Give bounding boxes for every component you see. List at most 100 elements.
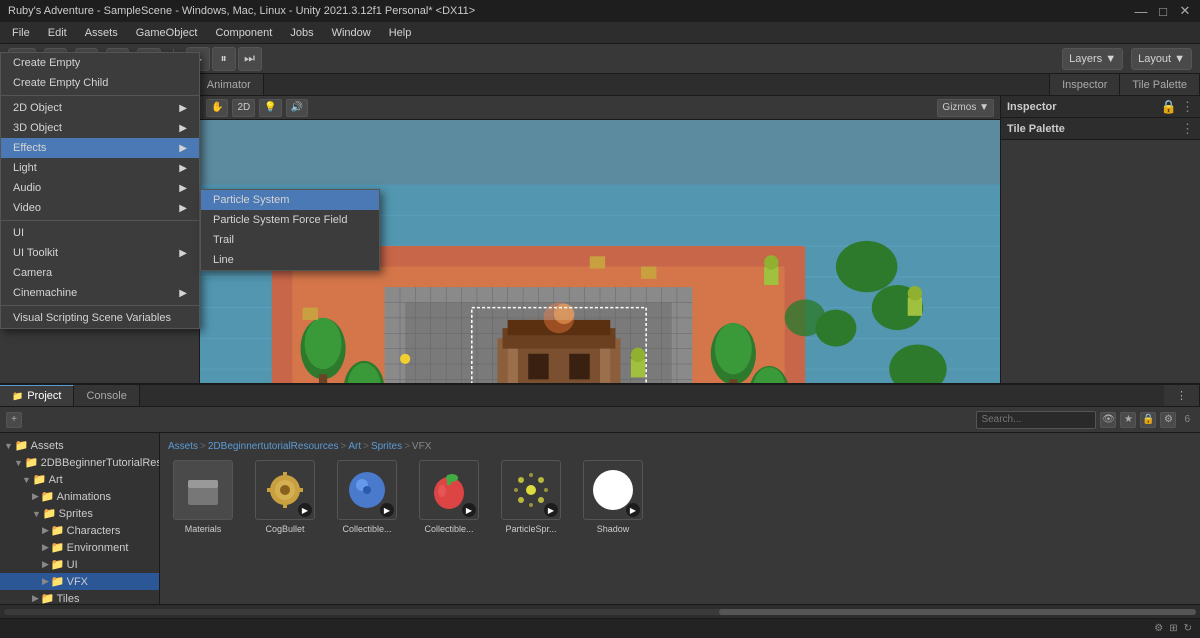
tree-tiles-arrow[interactable]: ▶	[32, 593, 39, 604]
ctx-cinemachine-arrow: ▶	[179, 288, 187, 299]
ctx-audio[interactable]: Audio ▶	[1, 178, 199, 198]
file-particlesprite[interactable]: ▶ ParticleSpr...	[496, 460, 566, 534]
scene-tool-hand[interactable]: ✋	[206, 99, 228, 117]
status-icon-1[interactable]: ⚙	[1154, 623, 1163, 634]
pause-button[interactable]: ⏸	[212, 47, 236, 71]
scene-2d-toggle[interactable]: 2D	[232, 99, 255, 117]
ctx-ui-toolkit[interactable]: UI Toolkit ▶	[1, 243, 199, 263]
project-settings-btn[interactable]: ⚙	[1160, 412, 1176, 428]
file-collectible1[interactable]: ▶ Collectible...	[332, 460, 402, 534]
tree-sprites-arrow[interactable]: ▼	[32, 509, 41, 519]
status-icon-2[interactable]: ⊞	[1169, 623, 1177, 634]
tree-sprites[interactable]: ▼ 📁 Sprites	[0, 505, 159, 522]
ctx-video[interactable]: Video ▶	[1, 198, 199, 218]
step-button[interactable]: ⏭	[238, 47, 262, 71]
tree-2dbeginner[interactable]: ▼ 📁 2DBBeginnerTutorialRes	[0, 454, 159, 471]
ctx-2d-object-arrow: ▶	[179, 103, 187, 114]
window-controls[interactable]: — □ ✕	[1134, 4, 1192, 18]
maximize-button[interactable]: □	[1156, 4, 1170, 18]
menu-edit[interactable]: Edit	[40, 25, 75, 41]
project-star-btn[interactable]: ★	[1120, 412, 1136, 428]
tree-environment-arrow[interactable]: ▶	[42, 542, 49, 553]
sub-trail[interactable]: Trail	[201, 230, 379, 250]
tree-assets-folder-icon: 📁	[15, 439, 29, 452]
ctx-light[interactable]: Light ▶	[1, 158, 199, 178]
bc-2dbeginner[interactable]: 2DBeginnertutorialResources	[208, 441, 339, 452]
tree-ui-sprites-arrow[interactable]: ▶	[42, 559, 49, 570]
file-materials-name: Materials	[185, 524, 222, 534]
scene-audio-toggle[interactable]: 🔊	[286, 99, 308, 117]
tab-project[interactable]: 📁 Project	[0, 385, 74, 406]
inspector-lock-btn[interactable]: 🔒	[1161, 99, 1177, 115]
project-add-btn[interactable]: +	[6, 412, 22, 428]
scene-gizmos[interactable]: Gizmos ▼	[937, 99, 994, 117]
ctx-create-empty[interactable]: Create Empty	[1, 53, 199, 73]
tree-tiles-folder-icon: 📁	[41, 592, 55, 604]
menu-help[interactable]: Help	[381, 25, 420, 41]
ctx-create-empty-child[interactable]: Create Empty Child	[1, 73, 199, 93]
tab-console[interactable]: Console	[74, 385, 139, 406]
ctx-3d-object[interactable]: 3D Object ▶	[1, 118, 199, 138]
ctx-ui[interactable]: UI	[1, 223, 199, 243]
tree-characters-folder-icon: 📁	[51, 524, 65, 537]
scene-light-toggle[interactable]: 💡	[259, 99, 281, 117]
tree-vfx-arrow[interactable]: ▶	[42, 576, 49, 587]
file-collectible2[interactable]: ▶ Collectible...	[414, 460, 484, 534]
menu-component[interactable]: Component	[207, 25, 280, 41]
file-shadow[interactable]: ▶ Shadow	[578, 460, 648, 534]
project-eye-btn[interactable]: 👁	[1100, 412, 1116, 428]
tree-assets[interactable]: ▼ 📁 Assets	[0, 437, 159, 454]
tree-art[interactable]: ▼ 📁 Art	[0, 471, 159, 488]
shadow-play-icon: ▶	[626, 503, 640, 517]
inspector-menu-btn[interactable]: ⋮	[1181, 99, 1194, 115]
ctx-2d-object[interactable]: 2D Object ▶	[1, 98, 199, 118]
menu-jobs[interactable]: Jobs	[282, 25, 321, 41]
scrollbar-thumb[interactable]	[719, 609, 1196, 615]
file-collectible2-name: Collectible...	[424, 524, 473, 534]
tree-ui-sprites[interactable]: ▶ 📁 UI	[0, 556, 159, 573]
tree-vfx[interactable]: ▶ 📁 VFX	[0, 573, 159, 590]
tree-animations-arrow[interactable]: ▶	[32, 491, 39, 502]
tree-art-arrow[interactable]: ▼	[22, 475, 31, 485]
tree-characters-arrow[interactable]: ▶	[42, 525, 49, 536]
effects-submenu[interactable]: Particle System Particle System Force Fi…	[200, 189, 380, 271]
bc-sprites[interactable]: Sprites	[371, 441, 402, 452]
tab-animator[interactable]: Animator	[195, 74, 264, 95]
ctx-cinemachine[interactable]: Cinemachine ▶	[1, 283, 199, 303]
context-menu[interactable]: Create Empty Create Empty Child 2D Objec…	[0, 52, 200, 329]
minimize-button[interactable]: —	[1134, 4, 1148, 18]
sub-particle-system[interactable]: Particle System	[201, 190, 379, 210]
layers-dropdown[interactable]: Layers ▼	[1062, 48, 1123, 70]
tab-inspector[interactable]: Inspector	[1049, 74, 1120, 95]
ctx-effects[interactable]: Effects ▶	[1, 138, 199, 158]
project-panel-menu[interactable]: ⋮	[1164, 385, 1200, 406]
status-icon-3[interactable]: ↻	[1184, 623, 1192, 634]
menu-file[interactable]: File	[4, 25, 38, 41]
project-search[interactable]	[976, 411, 1096, 429]
file-materials[interactable]: Materials	[168, 460, 238, 534]
tab-tile-palette[interactable]: Tile Palette	[1120, 74, 1200, 95]
tree-characters[interactable]: ▶ 📁 Characters	[0, 522, 159, 539]
menu-gameobject[interactable]: GameObject	[128, 25, 206, 41]
tree-2dbeginner-arrow[interactable]: ▼	[14, 458, 23, 468]
tile-palette-menu-btn[interactable]: ⋮	[1181, 121, 1194, 137]
tree-animations[interactable]: ▶ 📁 Animations	[0, 488, 159, 505]
bc-art[interactable]: Art	[348, 441, 361, 452]
close-button[interactable]: ✕	[1178, 4, 1192, 18]
tree-tiles[interactable]: ▶ 📁 Tiles	[0, 590, 159, 604]
tree-vfx-folder-icon: 📁	[51, 575, 65, 588]
ctx-camera[interactable]: Camera	[1, 263, 199, 283]
sub-line[interactable]: Line	[201, 250, 379, 270]
inspector-tab-label: Inspector	[1062, 79, 1107, 91]
layout-dropdown[interactable]: Layout ▼	[1131, 48, 1192, 70]
menu-assets[interactable]: Assets	[77, 25, 126, 41]
bc-assets[interactable]: Assets	[168, 441, 198, 452]
menu-window[interactable]: Window	[324, 25, 379, 41]
file-cogbullet[interactable]: ▶ CogBullet	[250, 460, 320, 534]
sub-particle-force-field[interactable]: Particle System Force Field	[201, 210, 379, 230]
project-lock-btn[interactable]: 🔒	[1140, 412, 1156, 428]
project-scrollbar[interactable]	[0, 604, 1200, 618]
ctx-visual-scripting[interactable]: Visual Scripting Scene Variables	[1, 308, 199, 328]
tree-environment[interactable]: ▶ 📁 Environment	[0, 539, 159, 556]
tree-assets-arrow[interactable]: ▼	[4, 441, 13, 451]
